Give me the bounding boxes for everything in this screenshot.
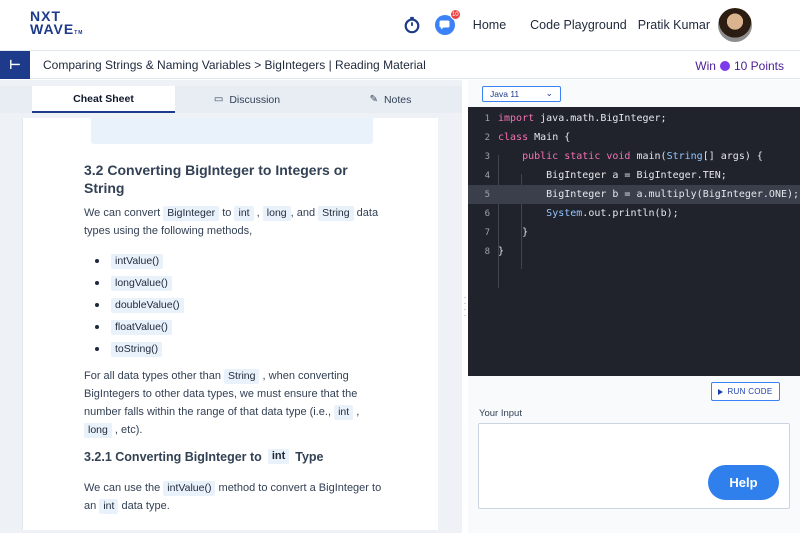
input-label: Your Input	[479, 408, 522, 419]
play-icon	[718, 388, 724, 395]
code-line: 6 System .out.println(b);	[484, 208, 679, 219]
breadcrumb: Comparing Strings & Naming Variables > B…	[43, 58, 426, 72]
chevron-down-icon: ⌄	[545, 88, 553, 98]
list-item: toString()	[95, 338, 184, 360]
nxtwave-logo[interactable]: NXT WAVETM	[30, 9, 90, 40]
method-list: intValue() longValue() doubleValue() flo…	[95, 250, 184, 360]
tab-notes-label: Notes	[383, 93, 412, 106]
tab-discussion-label: Discussion	[229, 93, 281, 106]
code-line-highlighted: 5 BigInteger b = a.multiply(BigInteger.O…	[468, 185, 800, 204]
tab-cheat-sheet-label: Cheat Sheet	[73, 92, 134, 105]
user-name[interactable]: Pratik Kumar	[638, 18, 710, 32]
tab-cheat-sheet[interactable]: Cheat Sheet	[32, 86, 175, 113]
notes-icon: ✎	[369, 94, 378, 105]
code-line: 4 BigInteger a = BigInteger.TEN;	[484, 170, 727, 181]
run-code-button[interactable]: RUN CODE	[711, 382, 780, 401]
points-value: 10 Points	[733, 59, 784, 73]
code-panel: Java 11 ⌄ 1 import java.math.BigInteger; …	[468, 80, 800, 533]
inline-code: int	[334, 405, 354, 420]
inline-code: int	[99, 499, 119, 514]
coin-icon	[719, 61, 730, 71]
code-line: 7 }	[484, 227, 529, 238]
help-button[interactable]: Help	[708, 465, 779, 500]
win-points: Win 10 Points	[695, 59, 784, 73]
inline-code: long	[262, 206, 291, 221]
language-select[interactable]: Java 11 ⌄	[482, 86, 561, 102]
nav-home-link[interactable]: Home	[473, 18, 506, 32]
inline-code: BigInteger	[163, 206, 220, 221]
win-label: Win	[695, 59, 716, 73]
code-line: 3 public static void main(String[] args)…	[484, 151, 763, 162]
code-line: 1 import java.math.BigInteger;	[484, 113, 667, 124]
run-code-label: RUN CODE	[727, 387, 773, 396]
top-nav: NXT WAVETM 10 Home Code Playground Prati…	[0, 0, 800, 50]
previous-code-output: 4344683967499	[91, 118, 373, 144]
code-editor[interactable]: 1 import java.math.BigInteger; 2 class Mai…	[468, 107, 800, 376]
nav-right: 10 Home Code Playground Pratik Kumar	[403, 8, 752, 42]
inline-code: String	[318, 206, 354, 221]
code-line: 2 class Main {	[484, 132, 571, 143]
tab-discussion[interactable]: ▭ Discussion	[175, 86, 319, 113]
list-item: floatValue()	[95, 316, 184, 338]
subsection-heading: 3.2.1 Converting BigInteger to int Type	[84, 449, 324, 464]
inline-code: intValue()	[163, 481, 216, 496]
chat-icon: ▭	[213, 94, 224, 105]
language-select-value: Java 11	[490, 89, 520, 99]
logo-line2: WAVETM	[30, 21, 84, 37]
inline-code: String	[224, 369, 260, 384]
range-paragraph: For all data types other than String , w…	[84, 369, 360, 438]
inline-code: int	[234, 206, 254, 221]
tab-notes[interactable]: ✎ Notes	[319, 86, 462, 113]
list-item: longValue()	[95, 272, 184, 294]
notification-badge: 10	[449, 9, 461, 20]
intro-paragraph: We can convert BigInteger to int , long,…	[84, 206, 379, 237]
reading-tabs: Cheat Sheet ▭ Discussion ✎ Notes	[0, 86, 462, 113]
stopwatch-icon[interactable]	[403, 16, 421, 34]
list-item: intValue()	[95, 250, 184, 272]
cheat-sheet-content[interactable]: 4344683967499 3.2 Converting BigInteger …	[22, 118, 438, 530]
tab-spacer	[0, 86, 32, 113]
inline-code: long	[84, 423, 112, 438]
collapse-sidebar-button[interactable]: ⊢	[0, 51, 30, 79]
notification-icon[interactable]: 10	[434, 9, 461, 35]
section-heading: 3.2 Converting BigInteger to Integers or…	[84, 162, 348, 196]
intvalue-paragraph: We can use the intValue() method to conv…	[84, 481, 382, 514]
breadcrumb-bar: ⊢ Comparing Strings & Naming Variables >…	[0, 50, 800, 79]
reading-panel: Cheat Sheet ▭ Discussion ✎ Notes 4344683…	[0, 80, 462, 533]
nav-playground-link[interactable]: Code Playground	[530, 18, 627, 32]
list-item: doubleValue()	[95, 294, 184, 316]
avatar[interactable]	[718, 8, 752, 42]
code-line: 8}	[484, 246, 505, 257]
